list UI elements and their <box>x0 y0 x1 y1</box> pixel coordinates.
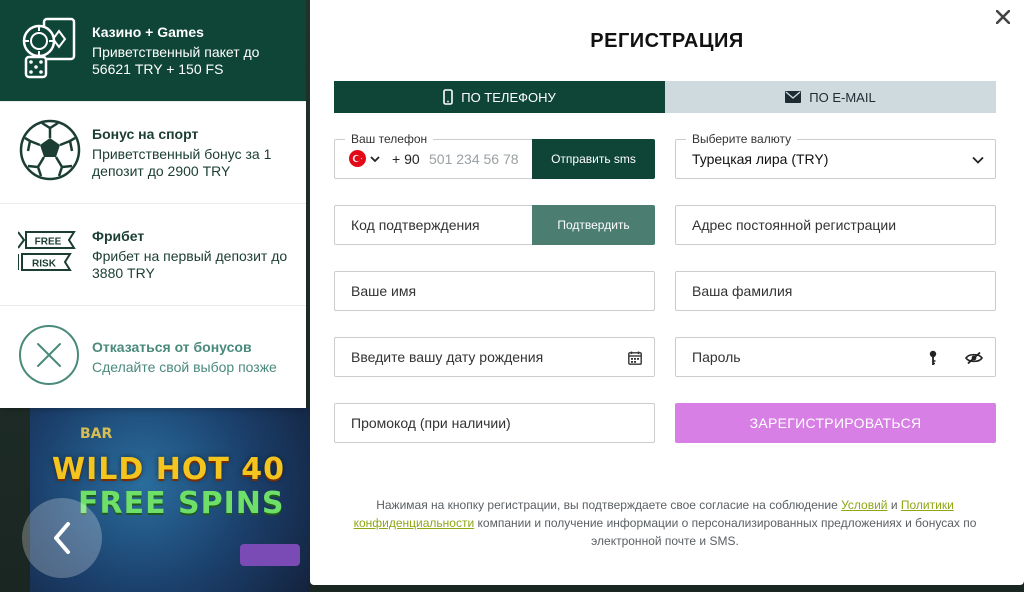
banner-line-2: FREE SPINS <box>78 486 285 521</box>
bonus-title: Фрибет <box>92 227 145 244</box>
currency-value: Турецкая лира (TRY) <box>692 151 829 167</box>
currency-select[interactable]: Выберите валюту Турецкая лира (TRY) <box>675 132 996 179</box>
confirmation-code-input[interactable]: Код подтверждения <box>334 205 534 245</box>
chevron-down-icon <box>370 155 380 162</box>
send-sms-button[interactable]: Отправить sms <box>532 139 655 179</box>
first-name-input[interactable]: Ваше имя <box>334 271 655 311</box>
first-name-placeholder: Ваше имя <box>351 283 417 299</box>
phone-field: Ваш телефон + 90 501 234 56 78 <box>334 132 533 179</box>
envelope-icon <box>785 91 802 103</box>
phone-label: Ваш телефон <box>345 132 434 146</box>
tab-phone[interactable]: ПО ТЕЛЕФОНУ <box>334 81 665 113</box>
bonus-description: Сделайте свой выбор позже <box>92 358 277 375</box>
key-icon[interactable] <box>929 350 937 366</box>
eye-off-icon[interactable] <box>965 351 983 365</box>
registration-modal: РЕГИСТРАЦИЯ ПО ТЕЛЕФОНУ ПО E-MAIL Ваш те… <box>310 0 1024 585</box>
casino-chips-cards-icon <box>18 15 80 86</box>
consent-post: компании и получение информации о персон… <box>474 516 977 548</box>
bonus-panel: Казино + Games Приветственный пакет до 5… <box>0 0 306 408</box>
currency-label: Выберите валюту <box>686 132 798 146</box>
bonus-description: Фрибет на первый депозит до 3880 TRY <box>92 247 288 281</box>
carousel-prev-button[interactable] <box>22 498 102 578</box>
registration-tabs: ПО ТЕЛЕФОНУ ПО E-MAIL <box>334 81 996 113</box>
bonus-item-casino[interactable]: Казино + Games Приветственный пакет до 5… <box>0 0 306 102</box>
close-icon <box>996 10 1010 24</box>
bonus-item-sport[interactable]: Бонус на спорт Приветственный бонус за 1… <box>0 102 306 204</box>
consent-text: Нажимая на кнопку регистрации, вы подтве… <box>340 496 990 550</box>
bonus-item-freebet[interactable]: FREE RISK Фрибет Фрибет на первый депози… <box>0 204 306 306</box>
free-risk-icon: FREE RISK <box>17 229 80 280</box>
chevron-left-icon <box>54 522 70 554</box>
address-input[interactable]: Адрес постоянной регистрации <box>675 205 996 245</box>
register-button[interactable]: ЗАРЕГИСТРИРОВАТЬСЯ <box>675 403 996 443</box>
consent-mid: и <box>887 498 901 512</box>
tab-label: ПО E-MAIL <box>809 89 876 105</box>
phone-icon <box>443 89 454 105</box>
close-button[interactable] <box>992 6 1014 28</box>
phone-input[interactable]: 501 234 56 78 <box>429 151 519 167</box>
free-risk-text-2: RISK <box>32 259 57 270</box>
bonus-title: Казино + Games <box>92 23 204 40</box>
bonus-title: Бонус на спорт <box>92 125 199 142</box>
bonus-item-decline[interactable]: Отказаться от бонусов Сделайте свой выбо… <box>0 306 306 408</box>
address-placeholder: Адрес постоянной регистрации <box>692 217 897 233</box>
country-code-select[interactable]: + 90 <box>349 150 420 167</box>
calendar-icon[interactable] <box>628 351 642 365</box>
banner-brand: BAR <box>80 426 113 442</box>
tab-email[interactable]: ПО E-MAIL <box>665 81 996 113</box>
modal-title: РЕГИСТРАЦИЯ <box>590 30 744 52</box>
banner-line-1: WILD HOT 40 <box>52 452 285 487</box>
tab-label: ПО ТЕЛЕФОНУ <box>461 89 556 105</box>
bonus-description: Приветственный пакет до 56621 TRY + 150 … <box>92 43 260 77</box>
promo-code-placeholder: Промокод (при наличии) <box>351 415 511 431</box>
consent-pre: Нажимая на кнопку регистрации, вы подтве… <box>376 498 842 512</box>
country-code: + 90 <box>392 150 420 167</box>
turkey-flag-icon <box>349 150 366 167</box>
terms-link[interactable]: Условий <box>841 498 887 512</box>
banner-pill <box>240 544 300 566</box>
confirmation-code-placeholder: Код подтверждения <box>351 217 480 233</box>
confirm-button[interactable]: Подтвердить <box>532 205 655 245</box>
decline-x-icon <box>18 324 80 391</box>
birthdate-input[interactable]: Введите вашу дату рождения <box>334 337 655 377</box>
password-input[interactable]: Пароль <box>675 337 996 377</box>
soccer-ball-icon <box>18 118 82 187</box>
bonus-description: Приветственный бонус за 1 депозит до 290… <box>92 145 272 179</box>
promo-code-input[interactable]: Промокод (при наличии) <box>334 403 655 443</box>
bonus-title: Отказаться от бонусов <box>92 338 252 355</box>
free-risk-text-1: FREE <box>35 237 62 248</box>
last-name-input[interactable]: Ваша фамилия <box>675 271 996 311</box>
birthdate-placeholder: Введите вашу дату рождения <box>351 349 544 365</box>
last-name-placeholder: Ваша фамилия <box>692 283 793 299</box>
chevron-down-icon <box>972 156 984 164</box>
password-placeholder: Пароль <box>692 349 741 365</box>
